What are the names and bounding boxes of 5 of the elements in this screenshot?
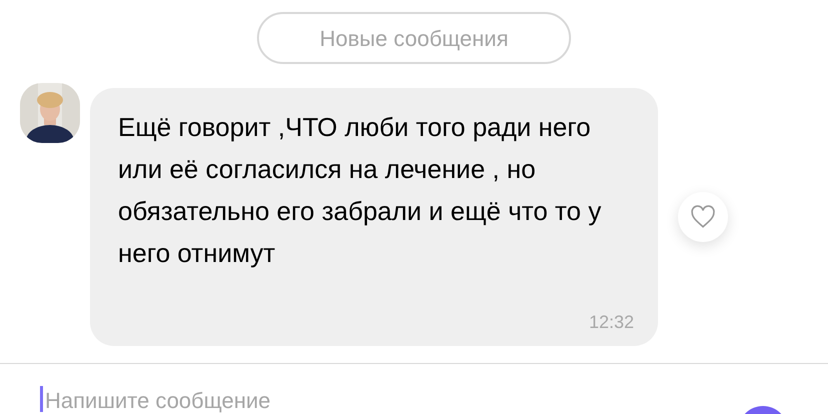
- message-input[interactable]: Напишите сообщение: [45, 384, 645, 414]
- heart-icon: [690, 205, 716, 229]
- message-time: 12:32: [588, 311, 634, 334]
- new-messages-button[interactable]: Новые сообщения: [257, 12, 571, 64]
- message-text: Ещё говорит ,ЧТО люби того ради него или её согласился на лечение , но обязательно его забрали и ещё что то у него отнимут: [118, 111, 602, 270]
